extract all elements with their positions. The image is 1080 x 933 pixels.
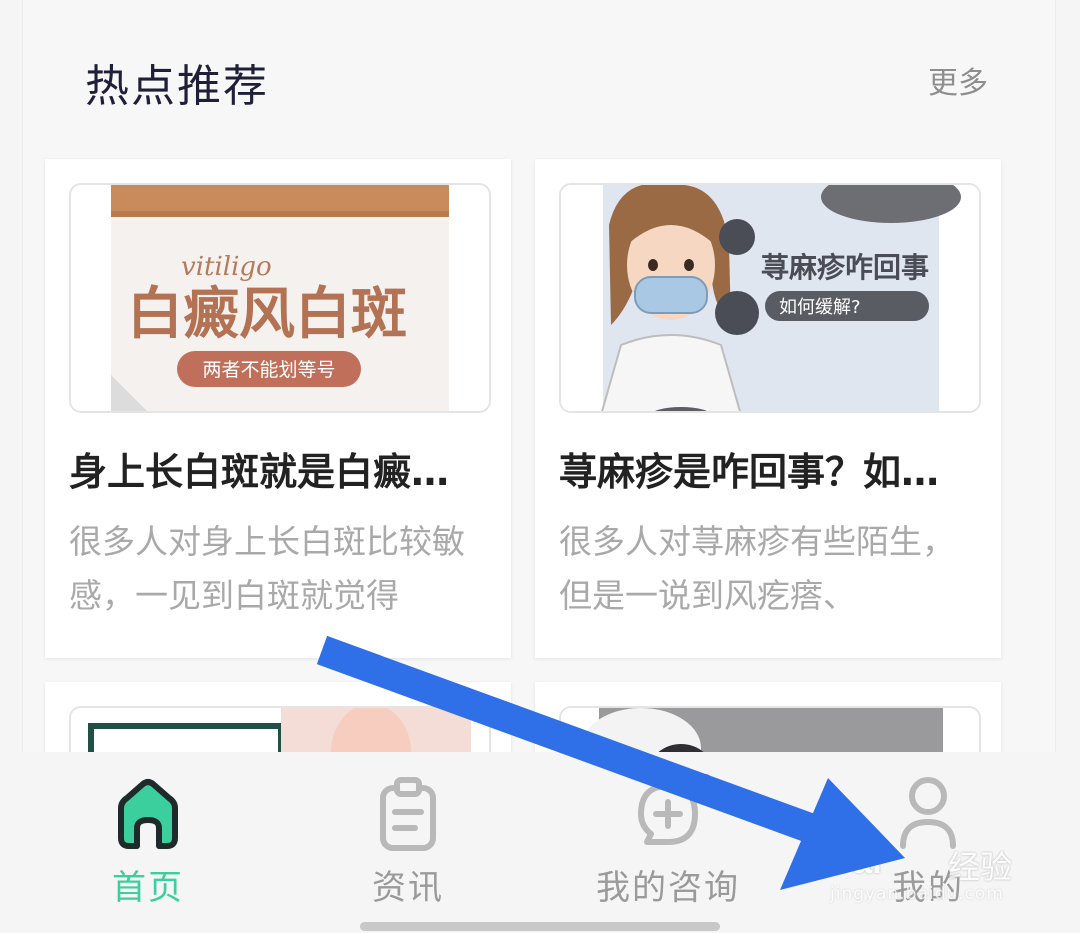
watermark-brand-cn: 经验: [948, 848, 1013, 886]
article-thumbnail: [559, 706, 981, 752]
cover-main-text: 白癜风白斑: [127, 281, 407, 347]
notification-badge: [697, 774, 713, 790]
article-card[interactable]: [535, 682, 1001, 752]
tab-home[interactable]: 首页: [13, 752, 283, 933]
home-indicator: [360, 922, 720, 931]
chat-icon: [633, 772, 703, 852]
watermark-url: jingyan.baidu.com: [830, 884, 1004, 904]
article-title: 身上长白斑就是白癜…: [69, 450, 450, 494]
tab-news[interactable]: 资讯: [273, 752, 543, 933]
urticaria-cover-image: 荨麻疹咋回事 如何缓解?: [561, 185, 979, 411]
cover-script-text: vitiligo: [181, 252, 272, 282]
article-thumbnail: 荨麻疹咋回事 如何缓解?: [559, 183, 981, 413]
vitiligo-cover-image: vitiligo 白癜风白斑 两者不能划等号: [71, 185, 489, 411]
article-card[interactable]: vitiligo 白癜风白斑 两者不能划等号 身上长白斑就是白癜… 很多人对身上…: [45, 159, 511, 658]
cover-main-text: 荨麻疹咋回事: [761, 251, 929, 284]
tab-label: 资讯: [372, 868, 444, 908]
clipboard-icon: [373, 772, 443, 852]
home-content: 热点推荐 更多 vitiligo 白癜风白斑 两者不能划等号 身上长白斑就是白癜…: [22, 0, 1056, 752]
more-link[interactable]: 更多: [928, 58, 988, 102]
article-cover-image: [71, 708, 489, 752]
article-desc: 很多人对荨麻疹有些陌生，但是一说到风疙瘩、: [559, 522, 955, 615]
tab-label: 我的咨询: [596, 868, 740, 908]
article-desc: 很多人对身上长白斑比较敏感，一见到白斑就觉得: [69, 522, 465, 615]
article-card[interactable]: [45, 682, 511, 752]
section-title: 热点推荐: [85, 61, 269, 112]
baidu-jingyan-watermark: Bai 经验 jingyan.baidu.com: [826, 826, 1026, 916]
article-thumbnail: vitiligo 白癜风白斑 两者不能划等号: [69, 183, 491, 413]
tab-label: 首页: [112, 868, 184, 908]
watermark-brand: Bai: [826, 840, 883, 881]
home-icon: [113, 772, 183, 852]
article-thumbnail: [69, 706, 491, 752]
article-card[interactable]: 荨麻疹咋回事 如何缓解? 荨麻疹是咋回事？如… 很多人对荨麻疹有些陌生，但是一说…: [535, 159, 1001, 658]
article-cover-image: [561, 708, 979, 752]
cover-sub-text: 两者不能划等号: [202, 359, 335, 381]
cover-sub-text: 如何缓解?: [779, 297, 861, 318]
article-title: 荨麻疹是咋回事？如…: [559, 450, 940, 494]
tab-my-consult[interactable]: 我的咨询: [533, 752, 803, 933]
